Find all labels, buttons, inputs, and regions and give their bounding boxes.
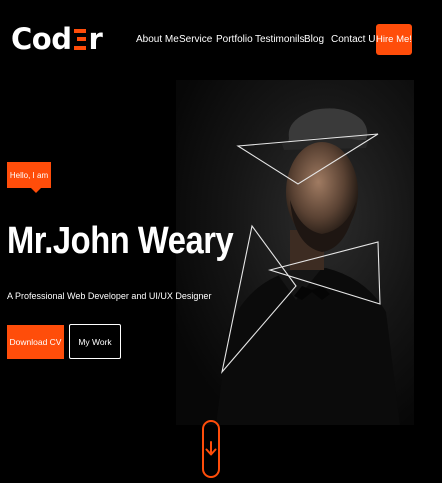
hero-name: Mr.John Weary <box>7 220 234 262</box>
logo-e-icon <box>74 28 87 50</box>
logo[interactable]: Cod r <box>11 22 103 56</box>
arrow-down-icon <box>205 441 217 456</box>
hero-tagline: A Professional Web Developer and UI/UX D… <box>7 291 212 301</box>
download-cv-button[interactable]: Download CV <box>7 325 64 359</box>
logo-text-right: r <box>88 22 103 56</box>
nav-contact-us[interactable]: Contact Us <box>331 32 380 48</box>
hire-me-button[interactable]: Hire Me! <box>376 24 412 55</box>
nav-portfolio[interactable]: Portfolio <box>216 32 253 48</box>
logo-text-left: Cod <box>11 22 72 56</box>
nav-blog[interactable]: Blog <box>304 32 324 48</box>
greeting-badge: Hello, I am <box>7 162 51 193</box>
scroll-down-button[interactable] <box>202 420 220 478</box>
my-work-button[interactable]: My Work <box>69 324 121 359</box>
nav-service[interactable]: Service <box>179 32 212 48</box>
nav-about-me[interactable]: About Me <box>136 32 179 48</box>
nav-testimonials[interactable]: Testimonils <box>255 32 304 48</box>
